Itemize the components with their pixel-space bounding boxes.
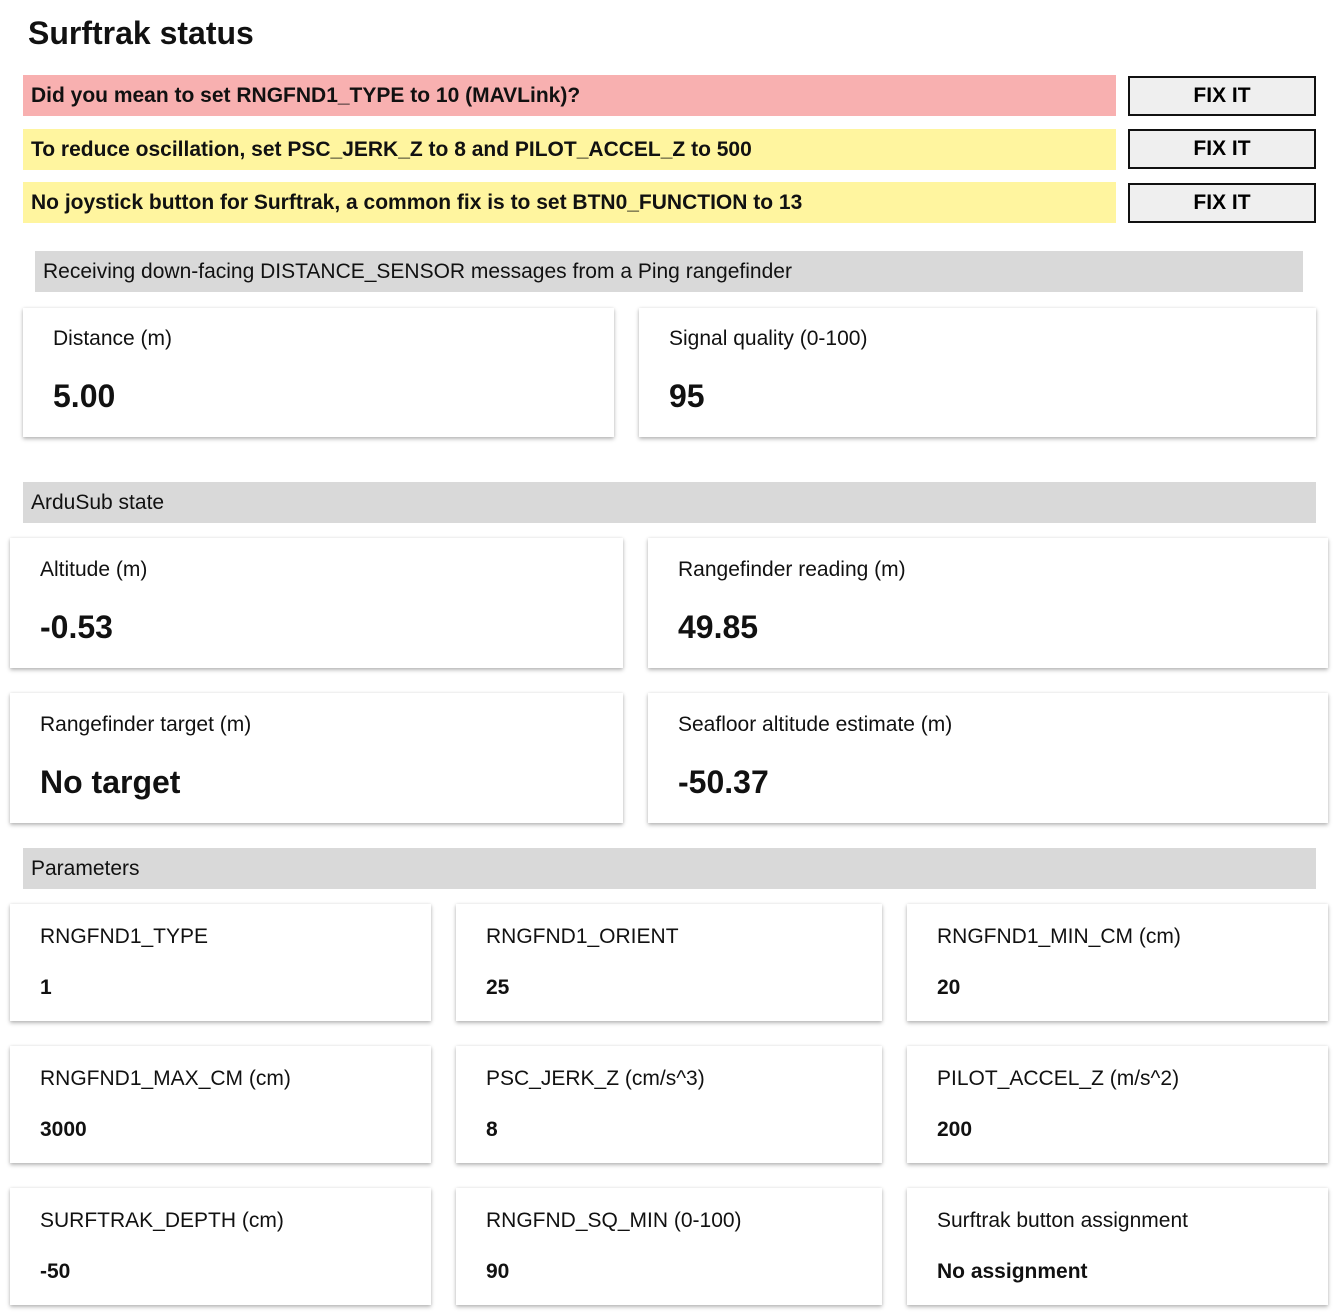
card-label: Seafloor altitude estimate (m) (678, 713, 953, 736)
seafloor-altitude-card: Seafloor altitude estimate (m) -50.37 (648, 693, 1328, 823)
param-value: No assignment (937, 1260, 1088, 1283)
card-label: Altitude (m) (40, 558, 148, 581)
distance-card: Distance (m) 5.00 (23, 308, 614, 437)
param-card-rngfnd1-max-cm: RNGFND1_MAX_CM (cm) 3000 (10, 1046, 431, 1163)
param-card-surftrak-button: Surftrak button assignment No assignment (907, 1188, 1328, 1305)
param-label: RNGFND1_MAX_CM (cm) (40, 1067, 291, 1090)
param-value: 20 (937, 976, 961, 999)
param-value: 3000 (40, 1118, 87, 1141)
card-value: -50.37 (678, 764, 769, 800)
card-value: -0.53 (40, 609, 113, 645)
param-value: -50 (40, 1260, 71, 1283)
param-label: RNGFND1_ORIENT (486, 925, 679, 948)
param-label: SURFTRAK_DEPTH (cm) (40, 1209, 284, 1232)
fix-it-button-joystick[interactable]: FIX IT (1128, 183, 1316, 223)
param-value: 90 (486, 1260, 510, 1283)
card-value: 5.00 (53, 378, 116, 414)
param-card-rngfnd1-type: RNGFND1_TYPE 1 (10, 904, 431, 1021)
card-value: 49.85 (678, 609, 759, 645)
signal-quality-card: Signal quality (0-100) 95 (639, 308, 1316, 437)
card-value: 95 (669, 378, 705, 414)
ardusub-section-heading: ArduSub state (23, 482, 1316, 523)
param-label: PILOT_ACCEL_Z (m/s^2) (937, 1067, 1180, 1090)
parameters-section-heading: Parameters (23, 848, 1316, 889)
param-value: 200 (937, 1118, 973, 1141)
param-label: Surftrak button assignment (937, 1209, 1188, 1232)
param-label: RNGFND_SQ_MIN (0-100) (486, 1209, 742, 1232)
card-label: Rangefinder target (m) (40, 713, 252, 736)
alert-oscillation: To reduce oscillation, set PSC_JERK_Z to… (23, 129, 1116, 170)
param-card-rngfnd1-orient: RNGFND1_ORIENT 25 (456, 904, 882, 1021)
card-label: Distance (m) (53, 327, 173, 350)
param-value: 25 (486, 976, 510, 999)
rangefinder-section-heading: Receiving down-facing DISTANCE_SENSOR me… (35, 251, 1303, 292)
param-label: RNGFND1_MIN_CM (cm) (937, 925, 1181, 948)
altitude-card: Altitude (m) -0.53 (10, 538, 623, 668)
alert-rngfnd-type: Did you mean to set RNGFND1_TYPE to 10 (… (23, 75, 1116, 116)
card-label: Rangefinder reading (m) (678, 558, 906, 581)
param-card-psc-jerk-z: PSC_JERK_Z (cm/s^3) 8 (456, 1046, 882, 1163)
fix-it-button-rngfnd-type[interactable]: FIX IT (1128, 76, 1316, 116)
param-label: RNGFND1_TYPE (40, 925, 209, 948)
page-title: Surftrak status (28, 15, 254, 51)
param-card-surftrak-depth: SURFTRAK_DEPTH (cm) -50 (10, 1188, 431, 1305)
fix-it-button-oscillation[interactable]: FIX IT (1128, 129, 1316, 169)
param-value: 1 (40, 976, 52, 999)
param-card-rngfnd-sq-min: RNGFND_SQ_MIN (0-100) 90 (456, 1188, 882, 1305)
param-card-rngfnd1-min-cm: RNGFND1_MIN_CM (cm) 20 (907, 904, 1328, 1021)
param-value: 8 (486, 1118, 498, 1141)
card-value: No target (40, 764, 181, 800)
param-card-pilot-accel-z: PILOT_ACCEL_Z (m/s^2) 200 (907, 1046, 1328, 1163)
alert-joystick-button: No joystick button for Surftrak, a commo… (23, 182, 1116, 223)
param-label: PSC_JERK_Z (cm/s^3) (486, 1067, 705, 1090)
card-label: Signal quality (0-100) (669, 327, 868, 350)
rangefinder-reading-card: Rangefinder reading (m) 49.85 (648, 538, 1328, 668)
rangefinder-target-card: Rangefinder target (m) No target (10, 693, 623, 823)
